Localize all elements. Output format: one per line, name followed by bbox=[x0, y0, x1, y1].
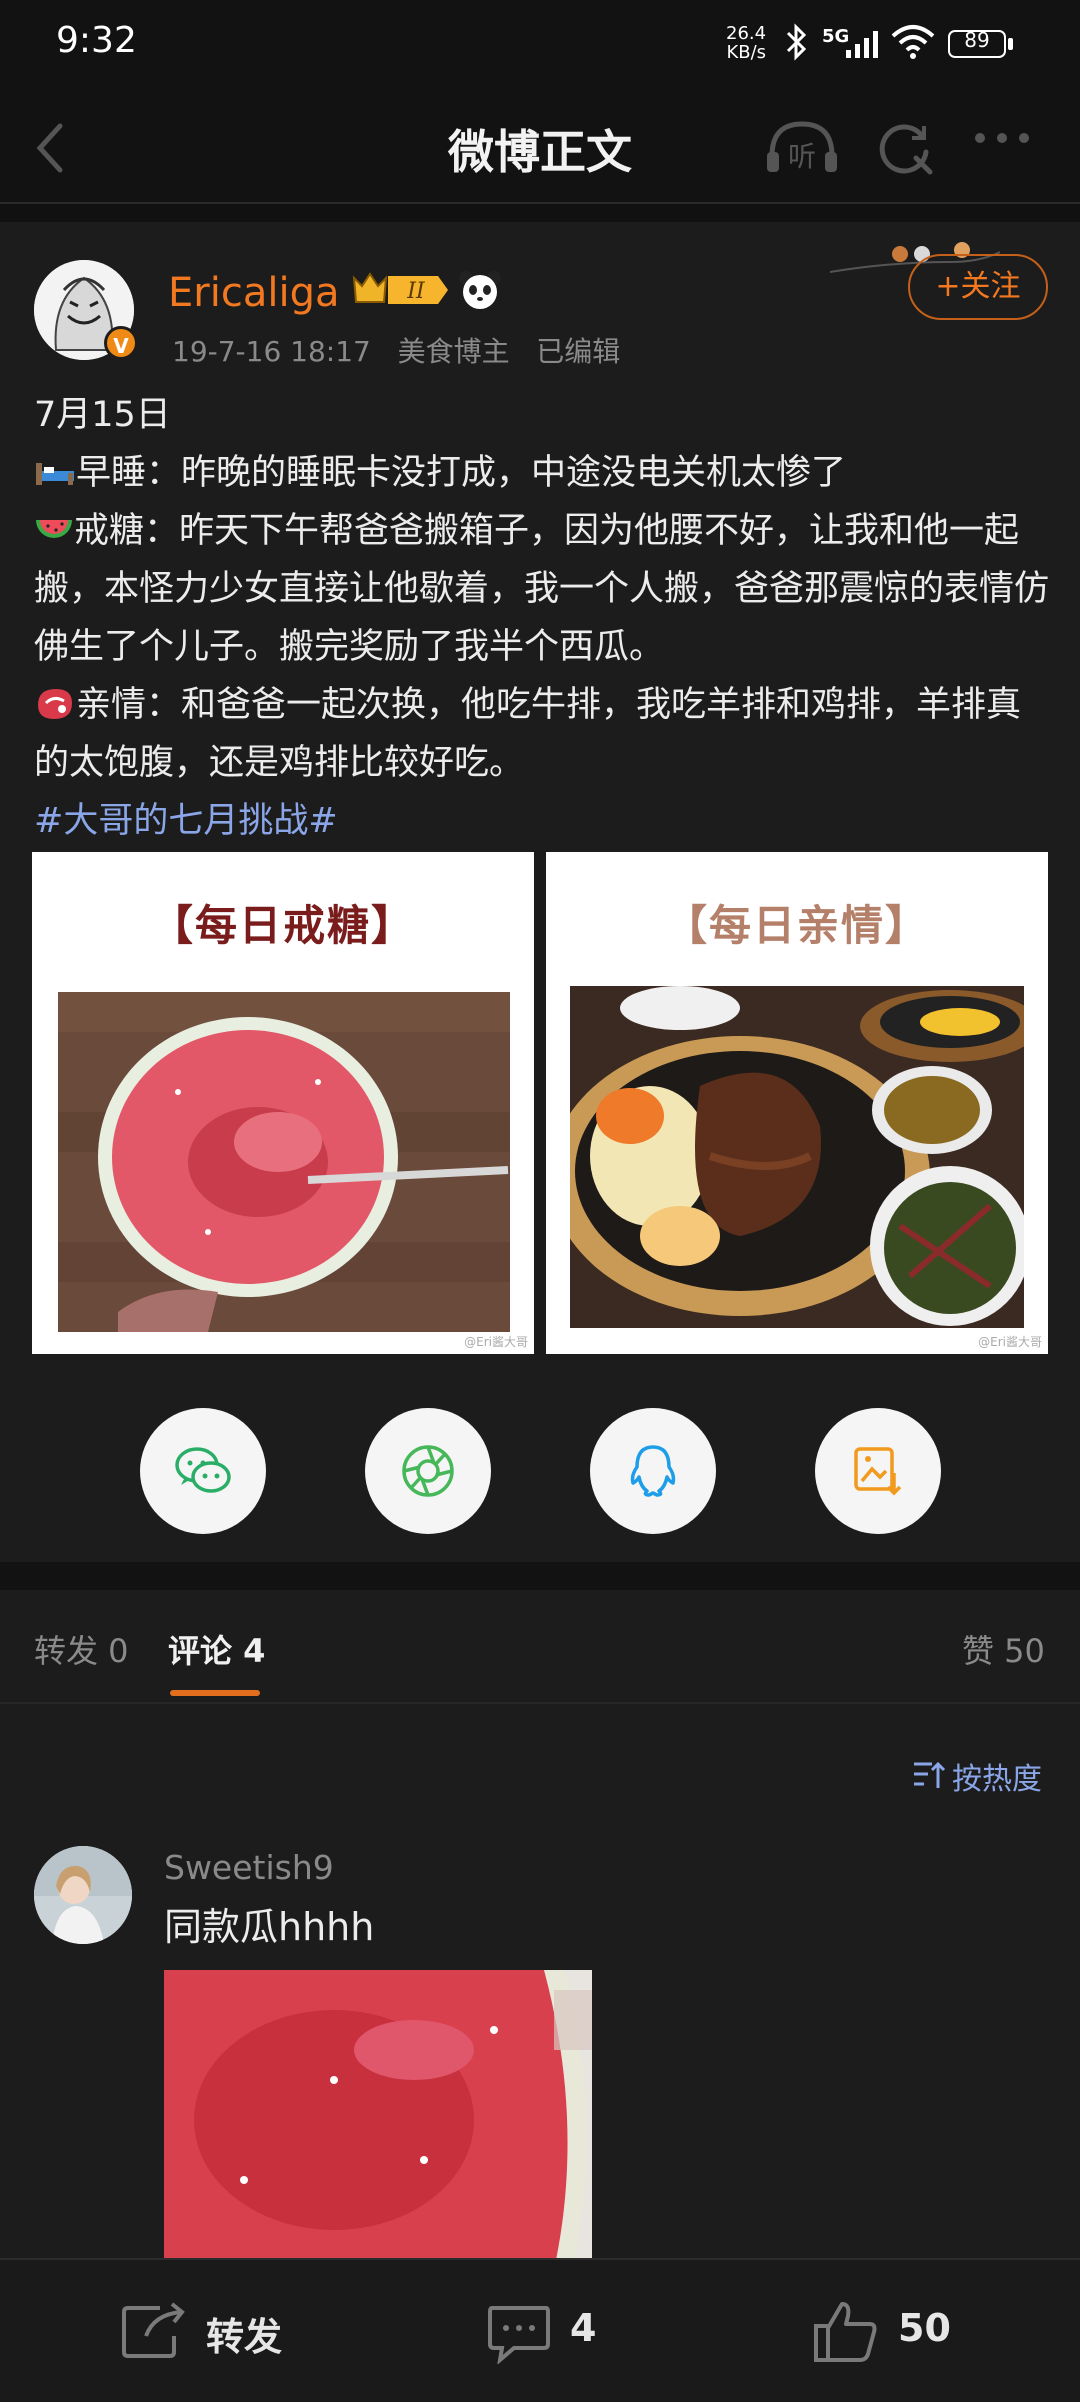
image-caption-family: 【每日亲情】 bbox=[664, 901, 929, 950]
watermelon-photo bbox=[58, 992, 510, 1332]
vip-level-badge-icon[interactable]: II bbox=[350, 270, 452, 310]
image-watermark: @Eri酱大哥 bbox=[978, 1335, 1042, 1349]
comment-watermelon-photo bbox=[164, 1970, 592, 2260]
tab-likes[interactable]: 赞 50 bbox=[962, 1626, 1045, 1672]
post-line-family-text: 亲情：和爸爸一起次换，他吃牛排，我吃羊排和鸡排，羊排真的太饱腹，还是鸡排比较好吃… bbox=[34, 685, 1022, 783]
verified-badge-icon: V bbox=[104, 326, 138, 360]
post-date-line: 7月15日 bbox=[34, 395, 171, 435]
meat-emoji-icon bbox=[38, 689, 72, 719]
section-gap bbox=[0, 204, 1080, 222]
author-name[interactable]: Ericaliga bbox=[168, 270, 339, 316]
wechat-icon bbox=[175, 1447, 231, 1493]
status-bar: 9:32 26.4 KB/s 5G 89 bbox=[0, 0, 1080, 90]
sort-icon[interactable] bbox=[912, 1758, 946, 1792]
post-meta: 19-7-16 18:17 美食博主 已编辑 bbox=[172, 335, 621, 368]
active-tab-indicator bbox=[170, 1690, 260, 1696]
moments-icon bbox=[402, 1445, 454, 1497]
comment-author[interactable]: Sweetish9 bbox=[164, 1848, 334, 1887]
qq-icon bbox=[630, 1445, 676, 1497]
steak-photo bbox=[570, 986, 1024, 1328]
sort-by-hot-button[interactable]: 按热度 bbox=[952, 1754, 1042, 1798]
post-line-sugar-text: 戒糖：昨天下午帮爸爸搬箱子，因为他腰不好，让我和他一起搬，本怪力少女直接让他歇着… bbox=[34, 511, 1050, 667]
bed-emoji-icon bbox=[36, 463, 74, 485]
follow-button[interactable]: +关注 bbox=[908, 254, 1048, 320]
post-card: V Ericaliga II 19-7-16 18:17 美食博主 已编辑 +关… bbox=[0, 222, 1080, 1562]
image-caption-sugar: 【每日戒糖】 bbox=[150, 901, 415, 950]
network-speed: 26.4 KB/s bbox=[726, 24, 766, 62]
commenter-avatar[interactable] bbox=[34, 1846, 132, 1944]
save-image-button[interactable] bbox=[815, 1408, 941, 1534]
image-watermark: @Eri酱大哥 bbox=[464, 1335, 528, 1349]
section-separator bbox=[0, 1562, 1080, 1590]
share-moments-button[interactable] bbox=[365, 1408, 491, 1534]
post-line-family: 亲情：和爸爸一起次换，他吃牛排，我吃羊排和鸡排，羊排真的太饱腹，还是鸡排比较好吃… bbox=[34, 676, 1050, 792]
comment-icon[interactable] bbox=[486, 2304, 552, 2364]
network-speed-unit: KB/s bbox=[726, 42, 767, 63]
thumbs-up-icon[interactable] bbox=[812, 2300, 880, 2364]
post-line-sugar: 戒糖：昨天下午帮爸爸搬箱子，因为他腰不好，让我和他一起搬，本怪力少女直接让他歇着… bbox=[34, 502, 1050, 676]
post-body: 7月15日 早睡：昨晚的睡眠卡没打成，中途没电关机太惨了 戒糖：昨天下午帮爸爸搬… bbox=[34, 386, 1050, 850]
hashtag-link[interactable]: #大哥的七月挑战# bbox=[34, 792, 1050, 850]
battery-level: 89 bbox=[964, 28, 990, 52]
save-image-icon bbox=[854, 1447, 902, 1496]
post-image-steak[interactable]: 【每日亲情】 @Eri酱大哥 bbox=[546, 852, 1048, 1354]
comment-count[interactable]: 4 bbox=[570, 2306, 596, 2350]
battery-tip bbox=[1008, 38, 1013, 50]
interaction-tabs: 转发 0 评论 4 赞 50 bbox=[0, 1590, 1080, 1704]
post-image-watermelon[interactable]: 【每日戒糖】 @Eri酱大哥 bbox=[32, 852, 534, 1354]
wifi-icon bbox=[891, 25, 935, 59]
commenter-avatar-photo bbox=[34, 1846, 132, 1944]
share-wechat-button[interactable] bbox=[140, 1408, 266, 1534]
status-time: 9:32 bbox=[56, 20, 137, 61]
signal-icon bbox=[846, 31, 878, 58]
comment-text: 同款瓜hhhh bbox=[164, 1905, 375, 1949]
panda-badge-icon bbox=[459, 271, 501, 309]
bottom-action-bar: 转发 4 50 bbox=[0, 2258, 1080, 2402]
tab-comments[interactable]: 评论 4 bbox=[168, 1626, 265, 1672]
watermelon-emoji-icon bbox=[36, 520, 72, 538]
post-line-sleep-text: 早睡：昨晚的睡眠卡没打成，中途没电关机太惨了 bbox=[76, 453, 847, 493]
share-qq-button[interactable] bbox=[590, 1408, 716, 1534]
refresh-search-icon[interactable] bbox=[876, 118, 936, 178]
more-dots-icon[interactable] bbox=[972, 130, 1032, 146]
repost-icon[interactable] bbox=[120, 2302, 190, 2362]
battery-icon: 89 bbox=[948, 28, 1006, 58]
vip-level-label: II bbox=[406, 279, 426, 304]
comment-image[interactable] bbox=[164, 1970, 592, 2260]
post-line-sleep: 早睡：昨晚的睡眠卡没打成，中途没电关机太惨了 bbox=[34, 444, 1050, 502]
repost-button[interactable]: 转发 bbox=[206, 2306, 282, 2361]
like-count[interactable]: 50 bbox=[898, 2306, 951, 2350]
listen-label: 听 bbox=[788, 140, 816, 173]
bluetooth-icon bbox=[786, 23, 807, 61]
top-nav-bar: 微博正文 听 bbox=[0, 90, 1080, 204]
listen-icon[interactable]: 听 bbox=[764, 118, 840, 178]
network-speed-value: 26.4 bbox=[726, 23, 767, 44]
tab-repost[interactable]: 转发 0 bbox=[34, 1626, 129, 1672]
